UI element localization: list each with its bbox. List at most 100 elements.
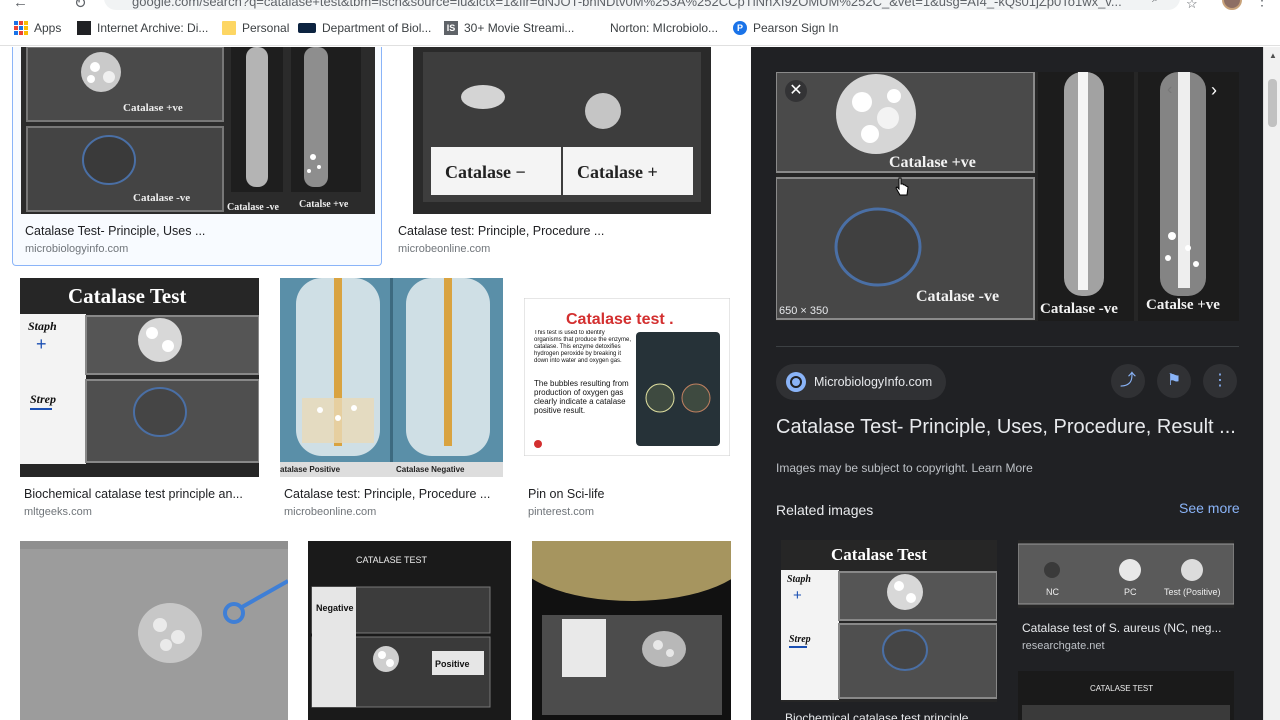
result-thumbnail[interactable]	[532, 541, 731, 720]
result-title[interactable]: Catalase test: Principle, Procedure ...	[284, 487, 508, 501]
bookmark-department-biology[interactable]: Department of Biol...	[298, 21, 431, 35]
svg-text:+: +	[36, 334, 47, 354]
address-bar-url[interactable]: google.com/search?q=catalase+test&tbm=is…	[132, 0, 1132, 9]
result-thumbnail[interactable]: Catalase − Catalase +	[413, 47, 711, 214]
thumb-label: Positive	[435, 659, 470, 669]
related-image[interactable]: NC PC Test (Positive)	[1018, 540, 1234, 608]
bookmarks-bar: Apps Internet Archive: Di... Personal De…	[0, 14, 1280, 46]
bookmark-apps[interactable]: Apps	[14, 21, 61, 35]
result-source[interactable]: microbiologyinfo.com	[25, 243, 128, 255]
thumb-label: Catalase test .	[566, 311, 674, 328]
result-card-selected[interactable]: Catalase +ve Catalase -ve Catalase -ve C…	[12, 47, 382, 266]
result-source[interactable]: mltgeeks.com	[24, 506, 92, 518]
result-card[interactable]: Catalase Test Staph + Strep Biochemical …	[20, 278, 270, 524]
thumb-label: Strep	[30, 392, 56, 406]
bookmark-label: Apps	[34, 21, 62, 35]
more-options-icon[interactable]: ⋮	[1203, 364, 1237, 398]
learn-more-link[interactable]: Learn More	[971, 461, 1032, 475]
bookmark-label: Norton: MIcrobiolo...	[610, 21, 719, 35]
result-card[interactable]: Catalase − Catalase + Catalase test: Pri…	[394, 47, 732, 266]
bookmark-label: Personal	[242, 21, 290, 35]
preview-label: Catalase +ve	[889, 154, 976, 171]
result-title[interactable]: Pin on Sci-life	[528, 487, 728, 501]
result-thumbnail[interactable]: atalase Positive Catalase Negative	[280, 278, 503, 477]
scroll-up-arrow-icon[interactable]: ▲	[1269, 51, 1277, 60]
thumb-label: Catalase -ve	[227, 202, 279, 213]
source-chip[interactable]: MicrobiologyInfo.com	[776, 364, 947, 400]
result-thumbnail[interactable]: CATALASE TEST Negative Positive	[308, 541, 511, 720]
thumb-label: The bubbles resulting from production of…	[534, 379, 629, 415]
thumb-label: Catalase Test	[68, 284, 186, 308]
address-bar[interactable]: google.com/search?q=catalase+test&tbm=is…	[104, 0, 1180, 10]
result-title[interactable]: Biochemical catalase test principle an..…	[24, 487, 264, 501]
result-thumbnail[interactable]: Catalase Test Staph + Strep	[20, 278, 259, 477]
result-source[interactable]: pinterest.com	[528, 506, 594, 518]
page-scrollbar[interactable]: ▲	[1263, 47, 1280, 720]
thumb-label: Staph	[787, 574, 811, 585]
reload-icon[interactable]: ↻	[74, 0, 87, 12]
preview-label: Catalase -ve	[1040, 301, 1118, 317]
result-card[interactable]: atalase Positive Catalase Negative Catal…	[280, 278, 512, 524]
search-icon[interactable]: ⌕	[1152, 0, 1159, 6]
result-card[interactable]: CATALASE TEST Negative Positive	[308, 541, 512, 720]
svg-text:+: +	[793, 587, 802, 604]
related-image[interactable]: Catalase Test Staph + Strep	[781, 540, 997, 702]
result-card[interactable]	[20, 541, 288, 720]
preview-image[interactable]: Catalase +ve Catalase -ve Catalase -ve C…	[776, 72, 1239, 321]
preview-label: Catalase -ve	[916, 288, 999, 305]
image-preview-panel: Catalase +ve Catalase -ve Catalase -ve C…	[751, 47, 1263, 720]
preview-title[interactable]: Catalase Test- Principle, Uses, Procedur…	[776, 416, 1244, 439]
source-name: MicrobiologyInfo.com	[814, 375, 933, 389]
bookmark-internet-archive[interactable]: Internet Archive: Di...	[77, 21, 208, 35]
result-title[interactable]: Catalase Test- Principle, Uses ...	[25, 224, 365, 238]
utsa-icon	[298, 23, 316, 33]
bookmark-pearson[interactable]: P Pearson Sign In	[733, 21, 838, 35]
preview-label: Catalse +ve	[1146, 297, 1220, 313]
is-icon: IS	[444, 21, 458, 35]
related-title[interactable]: Catalase test of S. aureus (NC, neg...	[1022, 621, 1234, 635]
back-arrow-icon[interactable]: ←	[13, 0, 28, 11]
thumb-label: atalase Positive	[280, 465, 341, 474]
result-thumbnail[interactable]: Catalase +ve Catalase -ve Catalase -ve C…	[21, 47, 375, 214]
browser-menu-icon[interactable]: ⋮	[1255, 0, 1269, 9]
thumb-label: Negative	[316, 603, 354, 613]
thumb-label: NC	[1046, 587, 1059, 597]
chevron-left-icon[interactable]: ‹	[1167, 81, 1172, 99]
share-icon[interactable]: ⤴	[1111, 364, 1145, 398]
bookmark-star-icon[interactable]: ☆	[1186, 0, 1198, 12]
thumb-label: PC	[1124, 587, 1137, 597]
divider	[776, 346, 1239, 347]
bookmark-personal-folder[interactable]: Personal	[222, 21, 289, 35]
see-more-link[interactable]: See more	[1179, 500, 1240, 516]
result-card[interactable]: Catalase test . This test is used to ide…	[524, 278, 732, 524]
apps-grid-icon	[14, 21, 28, 35]
result-thumbnail[interactable]: Catalase test . This test is used to ide…	[524, 298, 730, 456]
thumb-label: Catalase −	[445, 162, 526, 182]
chevron-right-icon[interactable]: ›	[1211, 80, 1217, 101]
thumb-label: CATALASE TEST	[1090, 684, 1153, 693]
scrollbar-thumb[interactable]	[1268, 79, 1277, 127]
profile-avatar[interactable]	[1222, 0, 1242, 10]
bookmark-norton-microbiology[interactable]: Norton: MIcrobiolo...	[610, 21, 718, 35]
result-source[interactable]: microbeonline.com	[398, 243, 490, 255]
result-card[interactable]	[532, 541, 732, 720]
related-image[interactable]: CATALASE TEST	[1018, 671, 1234, 720]
thumb-label: Strep	[789, 634, 811, 645]
pearson-icon: P	[733, 21, 747, 35]
bookmark-icon[interactable]: ⚑	[1157, 364, 1191, 398]
copyright-text: Images may be subject to copyright.	[776, 461, 969, 475]
related-title[interactable]: Biochemical catalase test principle ...	[785, 711, 995, 720]
copyright-notice: Images may be subject to copyright. Lear…	[776, 461, 1033, 475]
related-images-heading: Related images	[776, 502, 874, 518]
internet-archive-icon	[77, 21, 91, 35]
result-source[interactable]: microbeonline.com	[284, 506, 376, 518]
close-icon[interactable]: ✕	[785, 80, 807, 102]
image-dimensions: 650 × 350	[779, 305, 829, 317]
result-title[interactable]: Catalase test: Principle, Procedure ...	[398, 224, 728, 238]
bookmark-label: Internet Archive: Di...	[97, 21, 209, 35]
bookmark-label: 30+ Movie Streami...	[464, 21, 575, 35]
bookmark-movie-streaming[interactable]: IS 30+ Movie Streami...	[444, 21, 574, 35]
thumb-label: CATALASE TEST	[356, 555, 428, 565]
related-source[interactable]: researchgate.net	[1022, 640, 1105, 652]
result-thumbnail[interactable]	[20, 541, 288, 720]
